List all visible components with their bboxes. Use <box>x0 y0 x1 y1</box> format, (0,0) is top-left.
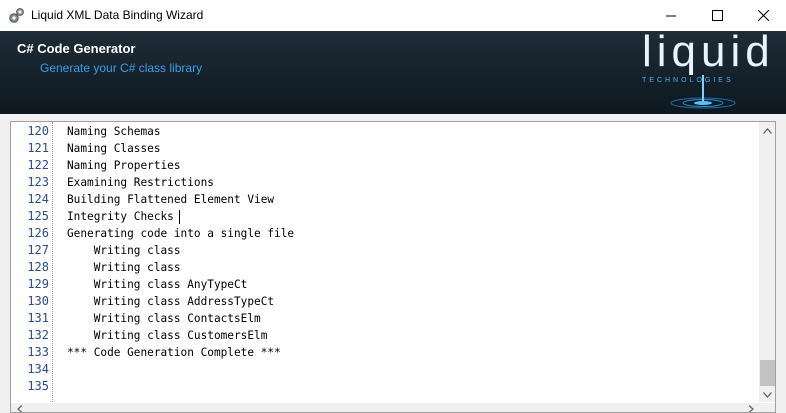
log-line: Naming Classes <box>67 142 161 155</box>
chevron-left-icon <box>16 404 22 412</box>
line-number-gutter: 120 121 122 123 124 125 126 127 128 129 130 131 132 1… <box>11 122 53 412</box>
close-button[interactable] <box>740 0 786 31</box>
line-number: 121 <box>27 141 49 155</box>
log-line: Generating code into a single file <box>67 227 295 240</box>
chevron-down-icon <box>763 391 772 398</box>
liquid-technologies-logo: liquid TECHNOLOGIES <box>638 31 778 111</box>
line-number: 125 <box>27 209 49 223</box>
page-title: C# Code Generator <box>17 41 136 56</box>
gears-icon <box>9 8 24 23</box>
page-subtitle: Generate your C# class library <box>40 61 203 75</box>
text-caret <box>179 210 180 224</box>
log-line: Writing class AnyTypeCt <box>67 278 248 291</box>
line-number: 134 <box>27 362 49 376</box>
log-line: Writing class <box>67 244 181 257</box>
scroll-down-button[interactable] <box>759 386 775 403</box>
line-number: 130 <box>27 294 49 308</box>
log-line: Writing class <box>67 261 181 274</box>
scroll-thumb[interactable] <box>760 360 775 386</box>
output-log-editor[interactable]: 120 121 122 123 124 125 126 127 128 129 130 131 132 1… <box>10 121 776 413</box>
horizontal-scrollbar[interactable] <box>11 403 759 412</box>
logo-wordmark: liquid <box>642 31 775 76</box>
log-line: *** Code Generation Complete *** <box>67 346 281 359</box>
line-number: 129 <box>27 277 49 291</box>
line-number: 132 <box>27 328 49 342</box>
line-number: 133 <box>27 345 49 359</box>
log-line: Writing class AddressTypeCt <box>67 295 275 308</box>
line-number: 128 <box>27 260 49 274</box>
scroll-left-button[interactable] <box>11 403 28 412</box>
log-line: Writing class ContactsElm <box>67 312 261 325</box>
log-line: Examining Restrictions <box>67 176 214 189</box>
line-number: 126 <box>27 226 49 240</box>
line-number: 124 <box>27 192 49 206</box>
scrollbar-corner <box>759 403 775 412</box>
log-line: Integrity Checks <box>67 210 174 223</box>
chevron-right-icon <box>748 404 754 412</box>
water-drop-icon <box>670 75 736 109</box>
line-number: 122 <box>27 158 49 172</box>
line-number: 131 <box>27 311 49 325</box>
line-number: 127 <box>27 243 49 257</box>
line-number: 135 <box>27 379 49 393</box>
log-line: Building Flattened Element View <box>67 193 275 206</box>
scroll-up-button[interactable] <box>759 122 775 139</box>
chevron-up-icon <box>763 127 772 134</box>
line-number: 123 <box>27 175 49 189</box>
log-line: Writing class CustomersElm <box>67 329 268 342</box>
close-icon <box>757 10 769 21</box>
minimize-button[interactable] <box>648 0 694 31</box>
log-line: Naming Schemas <box>67 125 161 138</box>
scroll-right-button[interactable] <box>742 403 759 412</box>
header-banner: C# Code Generator Generate your C# class… <box>0 31 786 114</box>
maximize-button[interactable] <box>694 0 740 31</box>
vertical-scrollbar[interactable] <box>759 122 775 403</box>
minimize-icon <box>665 15 676 17</box>
log-line: Naming Properties <box>67 159 181 172</box>
line-number: 120 <box>27 124 49 138</box>
maximize-icon <box>711 10 723 21</box>
window-title: Liquid XML Data Binding Wizard <box>31 8 204 22</box>
window-title-bar: Liquid XML Data Binding Wizard <box>0 0 786 31</box>
